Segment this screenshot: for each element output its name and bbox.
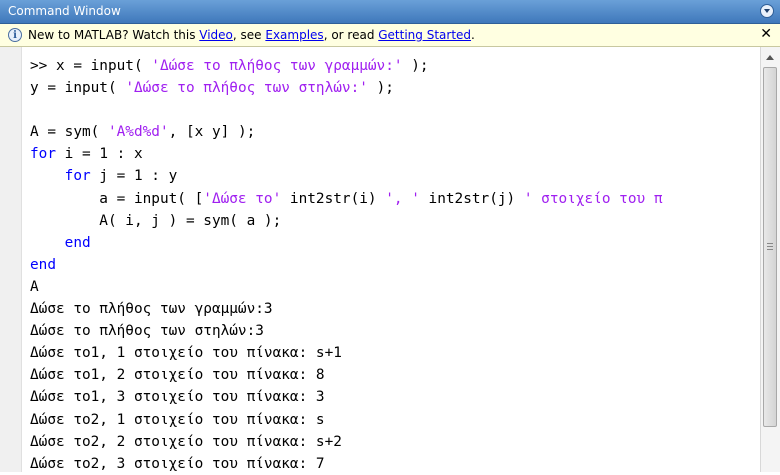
code-token: Δώσε το2, 1 στοιχείο του πίνακα: s bbox=[30, 411, 325, 428]
chevron-down-icon[interactable] bbox=[760, 4, 774, 18]
info-suffix: . bbox=[471, 28, 475, 42]
console-line: end bbox=[30, 254, 662, 276]
console-line: Δώσε το1, 3 στοιχείο του πίνακα: 3 bbox=[30, 386, 662, 408]
code-token: ); bbox=[402, 58, 429, 74]
console-line: Δώσε το πλήθος των στηλών:3 bbox=[30, 320, 662, 342]
keyword-token: end bbox=[64, 234, 91, 251]
console-line: end bbox=[30, 232, 662, 254]
code-token: A( i, j ) = sym( a ); bbox=[30, 212, 282, 229]
string-token: ' στοιχείο του π bbox=[523, 190, 663, 207]
code-token: Δώσε το1, 3 στοιχείο του πίνακα: 3 bbox=[30, 389, 325, 406]
console-line: a = input( ['Δώσε το' int2str(i) ', ' in… bbox=[30, 188, 662, 210]
console-line: Δώσε το πλήθος των γραμμών:3 bbox=[30, 298, 662, 320]
console-line: A bbox=[30, 276, 662, 298]
console-line: Δώσε το1, 2 στοιχείο του πίνακα: 8 bbox=[30, 364, 662, 386]
console-line: Δώσε το2, 2 στοιχείο του πίνακα: s+2 bbox=[30, 431, 662, 453]
scroll-up-icon[interactable] bbox=[763, 50, 777, 64]
code-token: a = input( [ bbox=[30, 190, 204, 207]
video-link[interactable]: Video bbox=[199, 28, 233, 42]
console-line: y = input( 'Δώσε το πλήθος των στηλών:' … bbox=[30, 77, 662, 99]
info-icon: i bbox=[8, 28, 22, 42]
code-token: , [x y] ); bbox=[168, 124, 256, 141]
code-token: A = sym( bbox=[30, 124, 108, 141]
code-token: Δώσε το1, 2 στοιχείο του πίνακα: 8 bbox=[30, 367, 325, 384]
info-sep2: , or read bbox=[323, 28, 379, 42]
info-sep1: , see bbox=[232, 28, 266, 42]
console-line: >> x = input( 'Δώσε το πλήθος των γραμμώ… bbox=[30, 55, 662, 77]
console-line: Δώσε το2, 1 στοιχείο του πίνακα: s bbox=[30, 409, 662, 431]
console-lines: >> x = input( 'Δώσε το πλήθος των γραμμώ… bbox=[30, 55, 662, 475]
keyword-token: for bbox=[64, 168, 91, 185]
keyword-token: for bbox=[30, 146, 56, 163]
string-token: 'A%d%d' bbox=[107, 124, 169, 141]
keyword-token: end bbox=[30, 256, 56, 273]
vertical-scrollbar[interactable] bbox=[760, 47, 780, 472]
console-line: for i = 1 : x bbox=[30, 143, 662, 165]
code-token: >> x = input( bbox=[30, 58, 152, 74]
info-bar: i New to MATLAB? Watch this Video, see E… bbox=[0, 24, 780, 47]
string-token: 'Δώσε το πλήθος των στηλών:' bbox=[125, 80, 368, 97]
code-token: A bbox=[30, 278, 39, 295]
console-line: ​ bbox=[30, 99, 662, 121]
code-token: Δώσε το1, 1 στοιχείο του πίνακα: s+1 bbox=[30, 345, 342, 362]
info-prefix: New to MATLAB? Watch this bbox=[28, 28, 200, 42]
string-token: ', ' bbox=[385, 190, 420, 207]
console-line: A( i, j ) = sym( a ); bbox=[30, 210, 662, 232]
grip-icon bbox=[767, 243, 773, 250]
code-token: Δώσε το2, 3 στοιχείο του πίνακα: 7 bbox=[30, 455, 325, 472]
code-token: int2str(i) bbox=[281, 190, 386, 207]
code-token: y = input( bbox=[30, 80, 126, 97]
code-token: Δώσε το πλήθος των στηλών:3 bbox=[30, 323, 264, 340]
console-gutter bbox=[0, 47, 22, 472]
string-token: 'Δώσε το πλήθος των γραμμών:' bbox=[151, 58, 403, 74]
getting-started-link[interactable]: Getting Started bbox=[378, 28, 471, 42]
code-token: int2str(j) bbox=[419, 190, 524, 207]
code-token: Δώσε το2, 2 στοιχείο του πίνακα: s+2 bbox=[30, 433, 342, 450]
close-icon[interactable]: ✕ bbox=[760, 27, 772, 41]
command-window-console[interactable]: >> x = input( 'Δώσε το πλήθος των γραμμώ… bbox=[0, 47, 760, 472]
string-token: 'Δώσε το' bbox=[203, 190, 282, 207]
console-line: Δώσε το2, 3 στοιχείο του πίνακα: 7 bbox=[30, 453, 662, 475]
title-bar: Command Window bbox=[0, 0, 780, 24]
window-title: Command Window bbox=[8, 4, 121, 18]
code-token: i = 1 : x bbox=[56, 146, 143, 163]
console-line: for j = 1 : y bbox=[30, 165, 662, 187]
scrollbar-thumb[interactable] bbox=[763, 67, 777, 427]
examples-link[interactable]: Examples bbox=[265, 28, 323, 42]
console-line: A = sym( 'A%d%d', [x y] ); bbox=[30, 121, 662, 143]
code-token: ); bbox=[367, 80, 394, 97]
code-token: j = 1 : y bbox=[90, 168, 178, 185]
console-line: Δώσε το1, 1 στοιχείο του πίνακα: s+1 bbox=[30, 342, 662, 364]
info-message: New to MATLAB? Watch this Video, see Exa… bbox=[28, 28, 475, 42]
code-token: Δώσε το πλήθος των γραμμών:3 bbox=[30, 301, 273, 318]
